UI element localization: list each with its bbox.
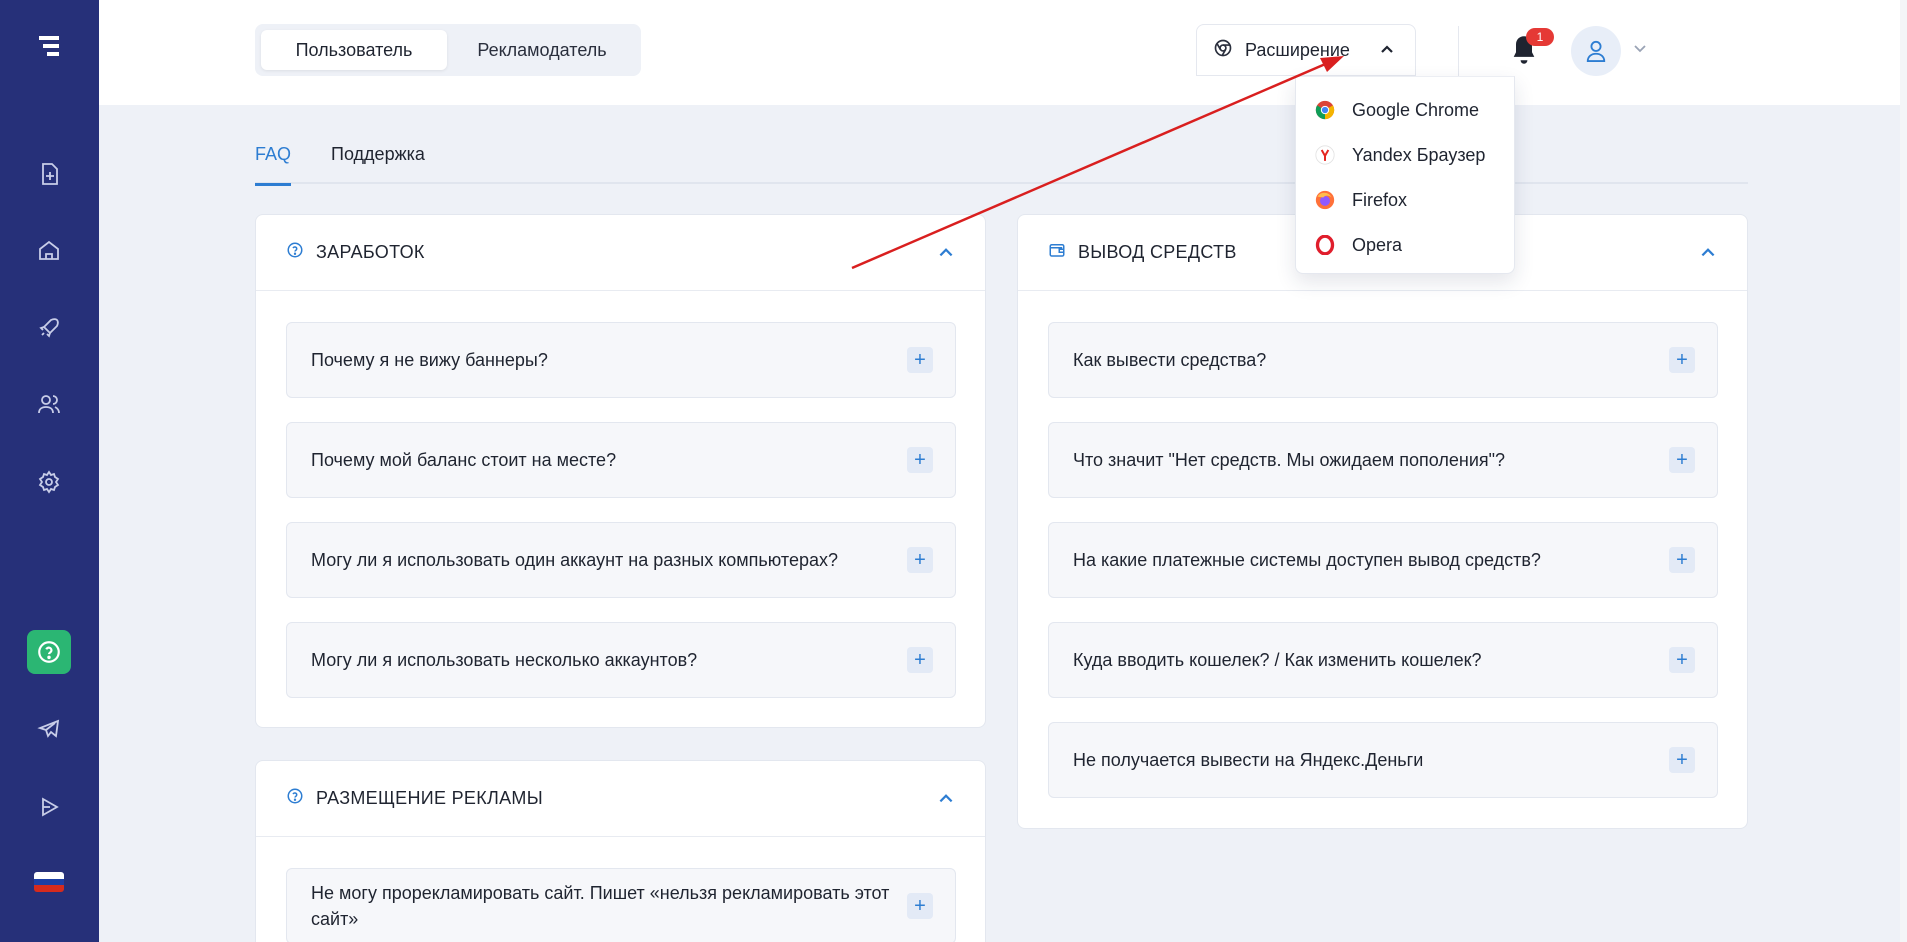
notifications-count-badge: 1 bbox=[1526, 28, 1554, 46]
user-icon bbox=[1586, 40, 1606, 62]
chevron-up-icon[interactable] bbox=[937, 789, 955, 812]
menu-item-label: Firefox bbox=[1352, 189, 1408, 210]
tab-faq[interactable]: FAQ bbox=[255, 144, 292, 186]
faq-question[interactable]: Почему мой баланс стоит на месте? + bbox=[286, 422, 956, 498]
extension-label: Расширение bbox=[1245, 39, 1350, 60]
menu-item-label: Opera bbox=[1352, 234, 1403, 255]
role-advertiser-button[interactable]: Рекламодатель bbox=[449, 30, 635, 70]
faq-question[interactable]: Могу ли я использовать несколько аккаунт… bbox=[286, 622, 956, 698]
faq-question[interactable]: Не могу прорекламировать сайт. Пишет «не… bbox=[286, 868, 956, 942]
opera-icon bbox=[1314, 234, 1336, 256]
faq-question[interactable]: Могу ли я использовать один аккаунт на р… bbox=[286, 522, 956, 598]
question-icon bbox=[38, 641, 60, 663]
role-user-button[interactable]: Пользователь bbox=[261, 30, 447, 70]
browser-icon bbox=[1213, 38, 1233, 63]
logo-icon[interactable] bbox=[37, 36, 63, 58]
users-icon[interactable] bbox=[36, 391, 62, 417]
menu-item-label: Yandex Браузер bbox=[1352, 144, 1486, 165]
play-icon[interactable] bbox=[36, 794, 62, 820]
faq-question[interactable]: Что значит "Нет средств. Мы ожидаем попо… bbox=[1048, 422, 1718, 498]
faq-question[interactable]: Почему я не вижу баннеры? + bbox=[286, 322, 956, 398]
question-text: Не могу прорекламировать сайт. Пишет «не… bbox=[311, 883, 890, 929]
faq-question[interactable]: Не получается вывести на Яндекс.Деньги + bbox=[1048, 722, 1718, 798]
chevron-down-icon[interactable] bbox=[1632, 40, 1648, 61]
faq-question[interactable]: Куда вводить кошелек? / Как изменить кош… bbox=[1048, 622, 1718, 698]
withdrawal-title: ВЫВОД СРЕДСТВ bbox=[1078, 242, 1237, 262]
chevron-up-icon[interactable] bbox=[1699, 243, 1717, 266]
expand-plus-icon[interactable]: + bbox=[1669, 547, 1695, 573]
earnings-title: ЗАРАБОТОК bbox=[316, 242, 425, 262]
language-flag-icon[interactable] bbox=[34, 872, 64, 892]
yandex-browser-icon bbox=[1314, 144, 1336, 166]
sidebar bbox=[0, 0, 99, 942]
extension-button[interactable]: Расширение bbox=[1196, 24, 1416, 76]
expand-plus-icon[interactable]: + bbox=[1669, 447, 1695, 473]
question-text: Как вывести средства? bbox=[1073, 350, 1267, 370]
menu-item-opera[interactable]: Opera bbox=[1314, 230, 1402, 260]
expand-plus-icon[interactable]: + bbox=[1669, 647, 1695, 673]
question-text: Куда вводить кошелек? / Как изменить кош… bbox=[1073, 650, 1482, 670]
expand-plus-icon[interactable]: + bbox=[907, 893, 933, 919]
chrome-icon bbox=[1314, 99, 1336, 121]
telegram-icon[interactable] bbox=[36, 716, 62, 742]
expand-plus-icon[interactable]: + bbox=[1669, 747, 1695, 773]
tab-support[interactable]: Поддержка bbox=[331, 144, 425, 184]
advertising-section: РАЗМЕЩЕНИЕ РЕКЛАМЫ Не могу прорекламиров… bbox=[255, 760, 986, 942]
settings-icon[interactable] bbox=[36, 469, 62, 495]
earnings-section: ЗАРАБОТОК Почему я не вижу баннеры? + По… bbox=[255, 214, 986, 728]
faq-question[interactable]: На какие платежные системы доступен выво… bbox=[1048, 522, 1718, 598]
role-switch: Пользователь Рекламодатель bbox=[255, 24, 641, 76]
header-divider bbox=[1458, 26, 1459, 76]
add-document-icon[interactable] bbox=[36, 161, 62, 187]
faq-tabs: FAQ Поддержка bbox=[255, 140, 1748, 186]
faq-question[interactable]: Как вывести средства? + bbox=[1048, 322, 1718, 398]
question-text: На какие платежные системы доступен выво… bbox=[1073, 550, 1541, 570]
menu-item-label: Google Chrome bbox=[1352, 99, 1480, 120]
chevron-up-icon bbox=[1379, 41, 1395, 62]
withdrawal-section: ВЫВОД СРЕДСТВ Как вывести средства? + Чт… bbox=[1017, 214, 1748, 829]
question-text: Что значит "Нет средств. Мы ожидаем попо… bbox=[1073, 450, 1506, 470]
question-circle-icon bbox=[286, 241, 304, 264]
expand-plus-icon[interactable]: + bbox=[907, 647, 933, 673]
expand-plus-icon[interactable]: + bbox=[907, 347, 933, 373]
question-text: Могу ли я использовать несколько аккаунт… bbox=[311, 650, 698, 670]
scrollbar[interactable] bbox=[1900, 0, 1907, 942]
earnings-header[interactable]: ЗАРАБОТОК bbox=[256, 215, 985, 291]
advertising-title: РАЗМЕЩЕНИЕ РЕКЛАМЫ bbox=[316, 788, 543, 808]
menu-item-google-chrome[interactable]: Google Chrome bbox=[1314, 95, 1479, 125]
question-circle-icon bbox=[286, 787, 304, 810]
wallet-icon bbox=[1048, 241, 1066, 264]
expand-plus-icon[interactable]: + bbox=[907, 447, 933, 473]
firefox-icon bbox=[1314, 189, 1336, 211]
question-text: Могу ли я использовать один аккаунт на р… bbox=[311, 550, 838, 570]
menu-item-yandex-browser[interactable]: Yandex Браузер bbox=[1314, 140, 1485, 170]
extension-dropdown-menu: Google Chrome Yandex Браузер Firefox Ope… bbox=[1295, 76, 1515, 274]
question-text: Не получается вывести на Яндекс.Деньги bbox=[1073, 750, 1424, 770]
chevron-up-icon[interactable] bbox=[937, 243, 955, 266]
question-text: Почему мой баланс стоит на месте? bbox=[311, 450, 617, 470]
advertising-header[interactable]: РАЗМЕЩЕНИЕ РЕКЛАМЫ bbox=[256, 761, 985, 837]
question-text: Почему я не вижу баннеры? bbox=[311, 350, 548, 370]
expand-plus-icon[interactable]: + bbox=[907, 547, 933, 573]
menu-item-firefox[interactable]: Firefox bbox=[1314, 185, 1407, 215]
rocket-icon[interactable] bbox=[36, 315, 62, 341]
help-faq-button[interactable] bbox=[27, 630, 71, 674]
home-icon[interactable] bbox=[36, 237, 62, 263]
expand-plus-icon[interactable]: + bbox=[1669, 347, 1695, 373]
avatar[interactable] bbox=[1571, 26, 1621, 76]
